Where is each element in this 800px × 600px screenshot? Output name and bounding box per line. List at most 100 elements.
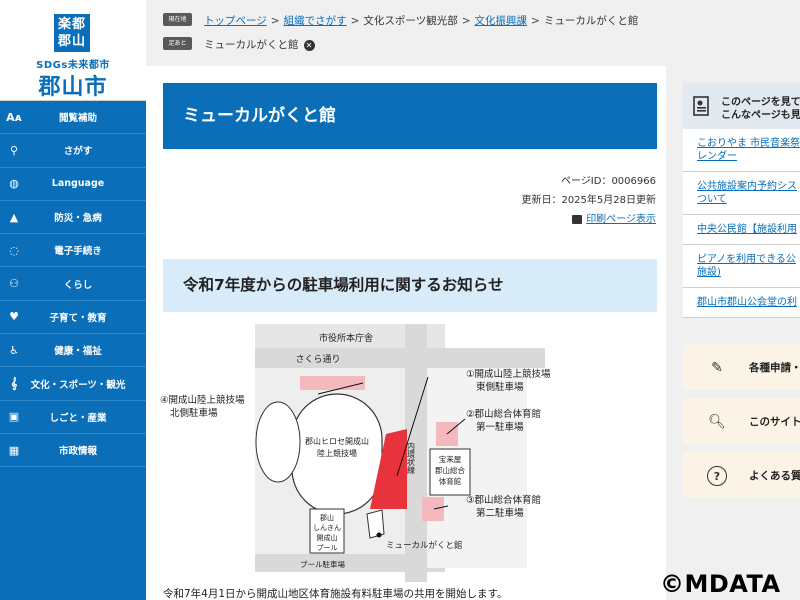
close-icon[interactable]: ✕ xyxy=(303,39,315,51)
logo-city-name: 郡山市 xyxy=(38,74,108,100)
updated-date: 更新日：2025年5月28日更新 xyxy=(521,195,656,206)
breadcrumb-separator: > xyxy=(270,15,280,27)
sidebar-item[interactable]: ▲ 防災・急病 xyxy=(0,201,146,235)
map-label-gakuto: ミューカルがくと館 xyxy=(386,540,463,551)
footprint-item[interactable]: ミューカルがくと館 xyxy=(204,39,299,51)
breadcrumb-item: 文化スポーツ観光部 xyxy=(363,15,458,27)
main-content: ミューカルがくと館 ページID：0006966 更新日：2025年5月28日更新… xyxy=(146,66,666,600)
pencil-icon: ✎ xyxy=(711,360,723,376)
related-page-link[interactable]: 公共施設案内予約シス ついて xyxy=(683,172,800,215)
map-label-lot4b: 北側駐車場 xyxy=(170,407,218,419)
map-label-pool-2: しんきん xyxy=(313,524,341,532)
map-label-pool-lot: プール駐車場 xyxy=(300,559,345,569)
related-link-line2: 施設) xyxy=(697,267,721,278)
sidebar-item[interactable]: Aᴀ 閲覧補助 xyxy=(0,101,146,135)
page-id: ページID：0006966 xyxy=(561,176,656,187)
map-label-gym-3: 体育館 xyxy=(439,476,462,486)
related-page-link[interactable]: 郡山市郡山公会堂の利 xyxy=(683,288,800,318)
map-bottom-road xyxy=(255,554,445,572)
print-link[interactable]: 印刷ページ表示 xyxy=(586,214,656,225)
print-page[interactable]: 印刷ページ表示 xyxy=(572,210,656,225)
related-page-link[interactable]: ピアノを利用できる公 施設) xyxy=(683,245,800,288)
related-link-line1: 郡山市郡山公会堂の利 xyxy=(697,297,797,308)
map-label-sakura: さくら通り xyxy=(295,354,340,365)
body-paragraph: 令和7年4月1日から開成山地区体育施設有料駐車場の共用を開始します。 xyxy=(163,588,508,600)
map-label-gym-2: 郡山総合 xyxy=(435,465,465,475)
document-search-icon: 🔍︎ xyxy=(708,414,726,430)
map-label-lot4: ④開成山陸上競技場 xyxy=(160,394,245,406)
wheelchair-icon: ♿︎ xyxy=(9,343,19,357)
site-guide-card-label: このサイト xyxy=(749,416,800,428)
right-column: このページを見て こんなページも見 こおりやま 市民音楽祭 レンダー 公共施設案内予… xyxy=(666,66,800,600)
related-page-link[interactable]: こおりやま 市民音楽祭 レンダー xyxy=(683,129,800,172)
related-link-line2: レンダー xyxy=(697,151,737,162)
related-link-line1: 中央公民館【施設利用 xyxy=(697,224,797,235)
global-nav: Aᴀ 閲覧補助 ⚲ さがす ◍ Language ▲ 防災・急病 ◌ 電子手続き ⚇ くらし ♥ 子育て・… xyxy=(0,101,146,468)
question-icon: ? xyxy=(707,466,727,486)
applications-card-label: 各種申請・ xyxy=(749,362,800,374)
related-link-line2: ついて xyxy=(697,194,727,205)
search-icon: ⚲ xyxy=(9,143,19,157)
map-label-pool-1: 郡山 xyxy=(320,513,334,522)
breadcrumb-item: ミューカルがくと館 xyxy=(543,15,639,27)
heart-icon: ♥ xyxy=(9,310,19,324)
music-note-icon: 𝄞 xyxy=(10,376,18,390)
text-size-icon: Aᴀ xyxy=(6,110,22,124)
map-label-lot3b: 第二駐車場 xyxy=(476,507,524,519)
current-location-badge: 現在地 xyxy=(163,13,192,26)
building-icon: ▦ xyxy=(8,443,20,457)
person-document-icon xyxy=(693,96,709,116)
sidebar-item[interactable]: ▦ 市政情報 xyxy=(0,434,146,468)
breadcrumb-item[interactable]: トップページ xyxy=(204,15,267,27)
related-link-line1: 公共施設案内予約シス xyxy=(697,181,797,192)
people-icon: ⚇ xyxy=(9,277,19,291)
sidebar-item[interactable]: 𝄞 文化・スポーツ・観光 xyxy=(0,367,146,401)
map-label-pool-3: 開成山 xyxy=(317,533,338,542)
breadcrumb: トップページ > 組織でさがす > 文化スポーツ観光部 > 文化振興課 > ミューカルがくと館 xyxy=(204,13,638,28)
breadcrumb-item[interactable]: 組織でさがす xyxy=(284,15,347,27)
related-title-line2: こんなページも見 xyxy=(721,110,800,121)
applications-card[interactable]: ✎ 各種申請・ xyxy=(683,344,800,390)
map-label-lot2b: 第一駐車場 xyxy=(476,421,524,433)
sidebar-item[interactable]: ♿︎ 健康・福祉 xyxy=(0,334,146,368)
breadcrumb-separator: > xyxy=(461,15,471,27)
sidebar-item[interactable]: ⚇ くらし xyxy=(0,267,146,301)
warning-icon: ▲ xyxy=(9,210,19,224)
breadcrumb-item[interactable]: 文化振興課 xyxy=(475,15,528,27)
map-label-gym-1: 宝来屋 xyxy=(439,454,462,464)
related-link-line1: こおりやま 市民音楽祭 xyxy=(697,138,800,149)
map-gakuto-marker xyxy=(376,532,382,538)
parking-map: 市役所本庁舎 さくら通り ①開成山陸上競技場 東側駐車場 ②郡山総合体育館 第一… xyxy=(160,324,551,582)
globe-icon: ◍ xyxy=(9,177,19,191)
map-lot-4 xyxy=(300,376,365,390)
city-logo[interactable]: 楽都 郡山 SDGs未来都市 郡山市 xyxy=(0,0,146,101)
sidebar-item[interactable]: ◍ Language xyxy=(0,168,146,201)
related-page-link[interactable]: 中央公民館【施設利用 xyxy=(683,215,800,245)
map-label-stadium-2: 陸上競技場 xyxy=(317,448,357,458)
logo-mark: 楽都 郡山 xyxy=(54,14,90,52)
map-lot-3 xyxy=(422,497,444,521)
printer-icon xyxy=(572,214,583,224)
sidebar-item[interactable]: ⚲ さがす xyxy=(0,134,146,168)
map-label-city-hall: 市役所本庁舎 xyxy=(319,332,373,344)
sidebar-item[interactable]: ♥ 子育て・教育 xyxy=(0,301,146,335)
map-label-pool-4: プール xyxy=(317,544,338,552)
sidebar-item[interactable]: ▣ しごと・産業 xyxy=(0,401,146,434)
briefcase-icon: ▣ xyxy=(8,410,20,424)
sidebar: 楽都 郡山 SDGs未来都市 郡山市 Aᴀ 閲覧補助 ⚲ さがす ◍ Language ▲ 防災… xyxy=(0,0,146,600)
map-label-lot2: ②郡山総合体育館 xyxy=(466,408,541,420)
breadcrumb-area: 現在地 トップページ > 組織でさがす > 文化スポーツ観光部 > 文化振興課 > ミューカルが… xyxy=(146,0,800,66)
map-label-lot1: ①開成山陸上競技場 xyxy=(466,368,551,380)
chat-icon: ◌ xyxy=(9,243,19,257)
map-label-stadium-1: 郡山ヒロセ開成山 xyxy=(305,436,369,446)
footprint-badge: 足あと xyxy=(163,37,192,50)
breadcrumb-separator: > xyxy=(350,15,360,27)
faq-card-label: よくある質 xyxy=(749,470,800,482)
map-label-lot1b: 東側駐車場 xyxy=(476,381,524,393)
map-label-ring-road: 内環状線 xyxy=(407,441,416,474)
related-link-line1: ピアノを利用できる公 xyxy=(697,254,796,265)
sidebar-item[interactable]: ◌ 電子手続き xyxy=(0,234,146,268)
map-label-lot3: ③郡山総合体育館 xyxy=(466,494,541,506)
faq-card[interactable]: ? よくある質 xyxy=(683,452,800,498)
site-guide-card[interactable]: 🔍︎ このサイト xyxy=(683,398,800,444)
